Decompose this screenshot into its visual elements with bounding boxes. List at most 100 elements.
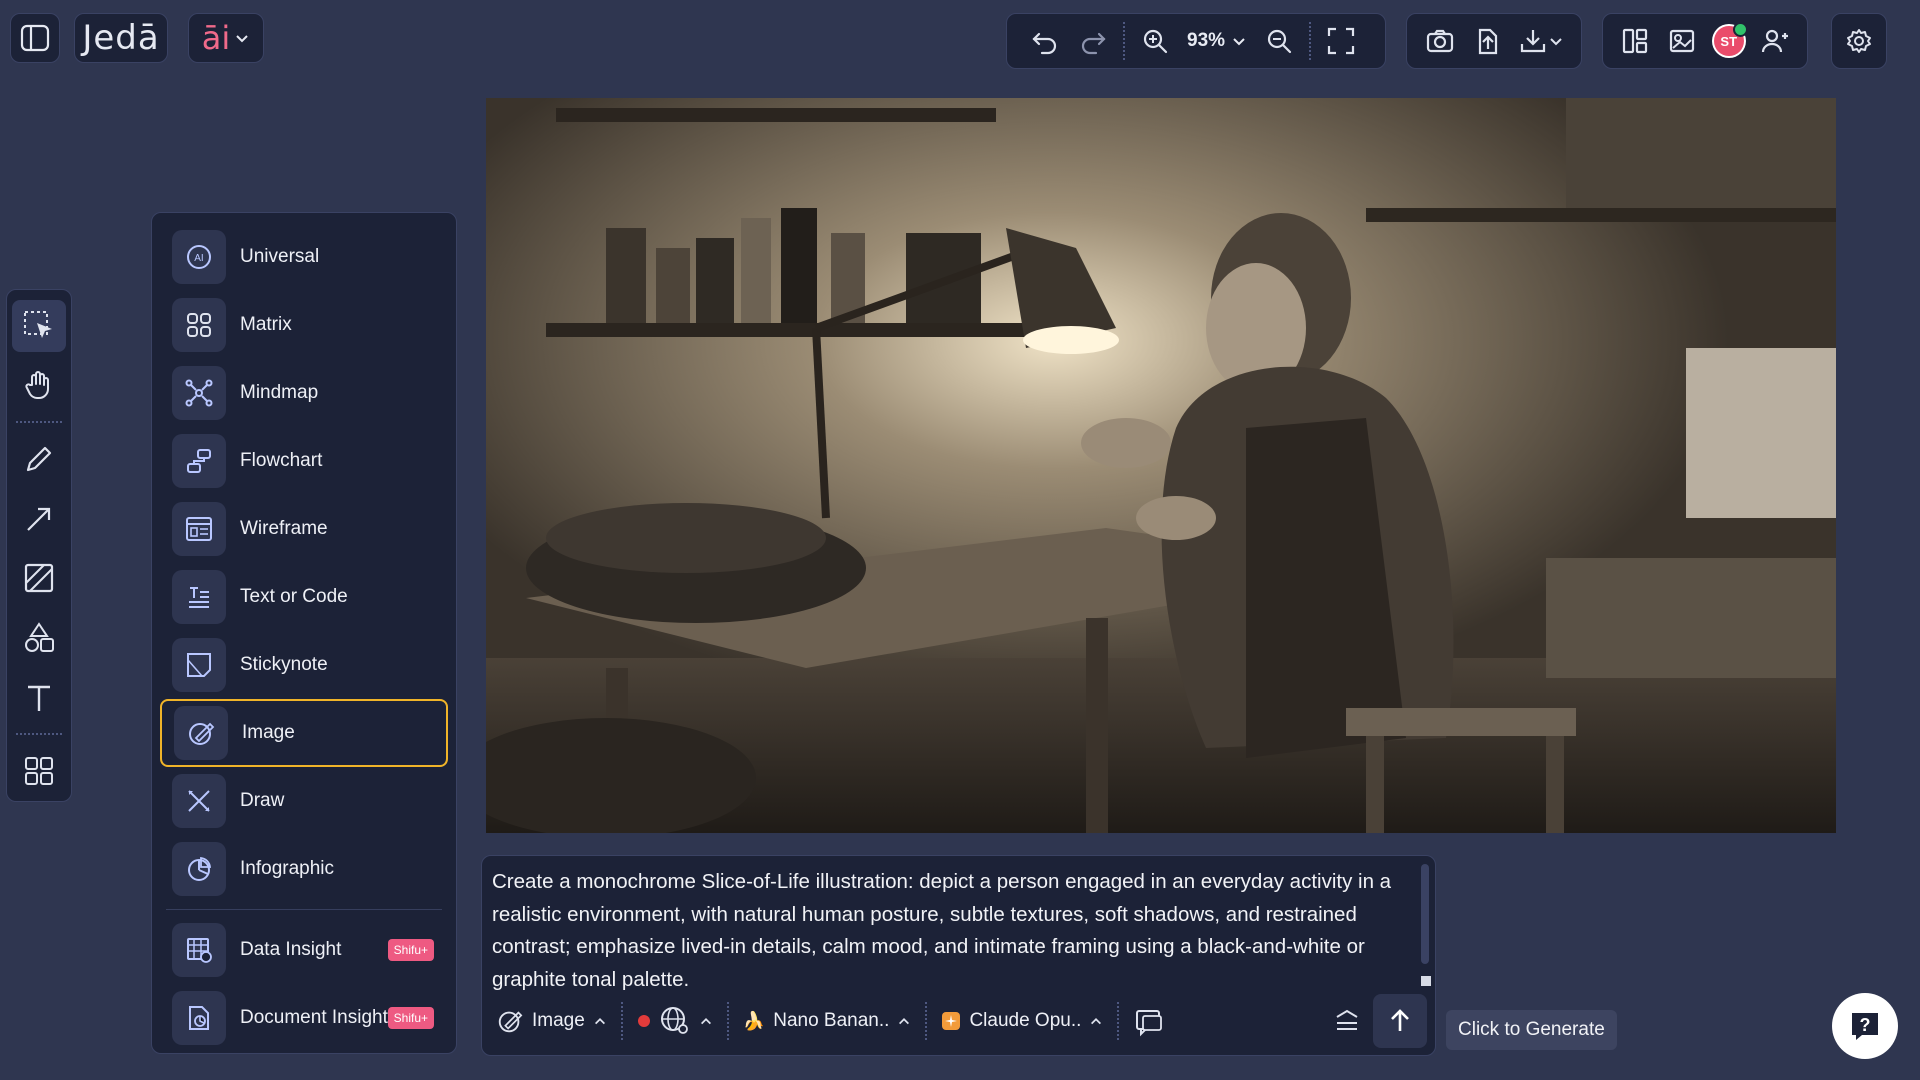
template-infographic[interactable]: Infographic <box>160 835 448 903</box>
generated-image[interactable] <box>486 98 1836 833</box>
menu-item-label: Text or Code <box>240 586 348 607</box>
select-cursor-icon <box>24 310 52 338</box>
template-stickynote[interactable]: Stickynote <box>160 631 448 699</box>
settings-button[interactable] <box>1836 17 1882 65</box>
prompt-textarea[interactable]: Create a monochrome Slice-of-Life illust… <box>492 866 1417 991</box>
invite-user-button[interactable] <box>1752 17 1799 65</box>
toolbar-divider <box>16 733 62 736</box>
document-insight-icon <box>172 991 226 1045</box>
pan-tool-button[interactable] <box>12 360 66 412</box>
menu-item-label: Data Insight <box>240 939 342 960</box>
prompt-scrollbar[interactable] <box>1421 864 1429 964</box>
settings-panel <box>1831 13 1887 69</box>
logo-text: Jedā <box>82 18 160 58</box>
mode-label: Image <box>532 1010 585 1031</box>
template-flowchart[interactable]: Flowchart <box>160 427 448 495</box>
user-initials: ST <box>1720 33 1738 49</box>
menu-item-label: Matrix <box>240 314 292 335</box>
redo-button[interactable] <box>1069 17 1117 65</box>
sidebar-toggle-button[interactable] <box>10 13 60 63</box>
toolbar-divider <box>1123 22 1125 60</box>
shapes-icon <box>25 622 54 652</box>
chevron-down-icon <box>236 35 248 43</box>
fit-screen-icon <box>1327 27 1355 55</box>
left-toolbar <box>6 289 72 802</box>
gear-icon <box>1847 29 1871 53</box>
apps-tool-button[interactable] <box>12 745 66 797</box>
mindmap-icon <box>172 366 226 420</box>
chevron-up-icon <box>1091 1018 1102 1025</box>
image-model-selector[interactable]: 🍌 Nano Banan.. <box>737 998 918 1044</box>
menu-item-label: Document Insight <box>240 1007 388 1028</box>
image-brush-icon <box>174 706 228 760</box>
chat-icon <box>1136 1010 1163 1037</box>
shapes-tool-button[interactable] <box>12 612 66 664</box>
banana-icon: 🍌 <box>742 1010 766 1031</box>
zoom-level-value: 93% <box>1187 30 1226 51</box>
template-menu: AI Universal Matrix Mindmap Flowchart Wi… <box>151 212 457 1054</box>
menu-item-label: Image <box>242 722 295 743</box>
toolbar-divider <box>16 421 62 424</box>
template-draw[interactable]: Draw <box>160 767 448 835</box>
prompt-options-bar: Image 🍌 Nano Banan.. Claude Opu.. <box>490 993 1427 1049</box>
history-zoom-toolbar: 93% <box>1006 13 1386 69</box>
help-button[interactable]: ? <box>1832 993 1898 1059</box>
zoom-out-button[interactable] <box>1255 17 1303 65</box>
user-avatar[interactable]: ST <box>1711 22 1748 58</box>
menu-item-label: Universal <box>240 246 320 267</box>
undo-button[interactable] <box>1021 17 1069 65</box>
pencil-icon <box>26 446 52 472</box>
template-mindmap[interactable]: Mindmap <box>160 359 448 427</box>
presentation-icon <box>1670 29 1695 53</box>
arrow-tool-button[interactable] <box>12 493 66 545</box>
select-tool-button[interactable] <box>12 300 66 352</box>
options-drawer-button[interactable] <box>1327 998 1367 1044</box>
template-matrix[interactable]: Matrix <box>160 291 448 359</box>
presentation-button[interactable] <box>1658 17 1705 65</box>
chevron-down-icon <box>1550 38 1562 46</box>
menu-item-label: Draw <box>240 790 285 811</box>
chevron-down-icon <box>1233 38 1245 46</box>
generate-button[interactable] <box>1373 994 1427 1048</box>
frame-tool-button[interactable] <box>12 553 66 605</box>
menu-divider <box>166 909 442 910</box>
web-search-toggle[interactable] <box>631 998 719 1044</box>
text-model-selector[interactable]: Claude Opu.. <box>935 998 1109 1044</box>
chat-button[interactable] <box>1127 998 1171 1044</box>
template-universal[interactable]: AI Universal <box>160 223 448 291</box>
flowchart-icon <box>172 434 226 488</box>
fit-screen-button[interactable] <box>1317 17 1365 65</box>
template-document-insight[interactable]: Document Insight Shifu+ <box>160 984 448 1052</box>
template-wireframe[interactable]: Wireframe <box>160 495 448 563</box>
resize-handle[interactable] <box>1421 976 1431 986</box>
ai-circle-icon: AI <box>172 230 226 284</box>
generate-tooltip: Click to Generate <box>1446 1010 1617 1050</box>
toolbar-divider <box>1309 22 1312 60</box>
screenshot-button[interactable] <box>1417 17 1464 65</box>
upload-button[interactable] <box>1464 17 1511 65</box>
text-model-label: Claude Opu.. <box>969 1010 1082 1031</box>
download-button[interactable] <box>1511 17 1571 65</box>
template-text-or-code[interactable]: Text or Code <box>160 563 448 631</box>
chevron-up-icon <box>700 1018 711 1025</box>
pen-tool-button[interactable] <box>12 433 66 485</box>
template-data-insight[interactable]: Data Insight Shifu+ <box>160 916 448 984</box>
options-divider <box>726 1002 729 1040</box>
text-tool-button[interactable] <box>12 672 66 724</box>
layout-button[interactable] <box>1611 17 1658 65</box>
zoom-in-button[interactable] <box>1131 17 1179 65</box>
options-divider <box>1117 1002 1120 1040</box>
arrow-up-icon <box>1391 1009 1409 1031</box>
template-image[interactable]: Image <box>160 699 448 767</box>
redo-icon <box>1081 32 1106 55</box>
download-icon <box>1520 30 1545 53</box>
mode-selector[interactable]: Image <box>490 998 613 1044</box>
ai-menu-button[interactable]: āi <box>188 13 264 63</box>
app-logo[interactable]: Jedā <box>74 13 168 63</box>
zoom-level-dropdown[interactable]: 93% <box>1179 17 1255 65</box>
image-brush-icon <box>498 1011 523 1033</box>
add-user-icon <box>1762 29 1789 53</box>
view-collab-toolbar: ST <box>1602 13 1808 69</box>
undo-icon <box>1032 32 1057 55</box>
camera-icon <box>1427 29 1454 53</box>
